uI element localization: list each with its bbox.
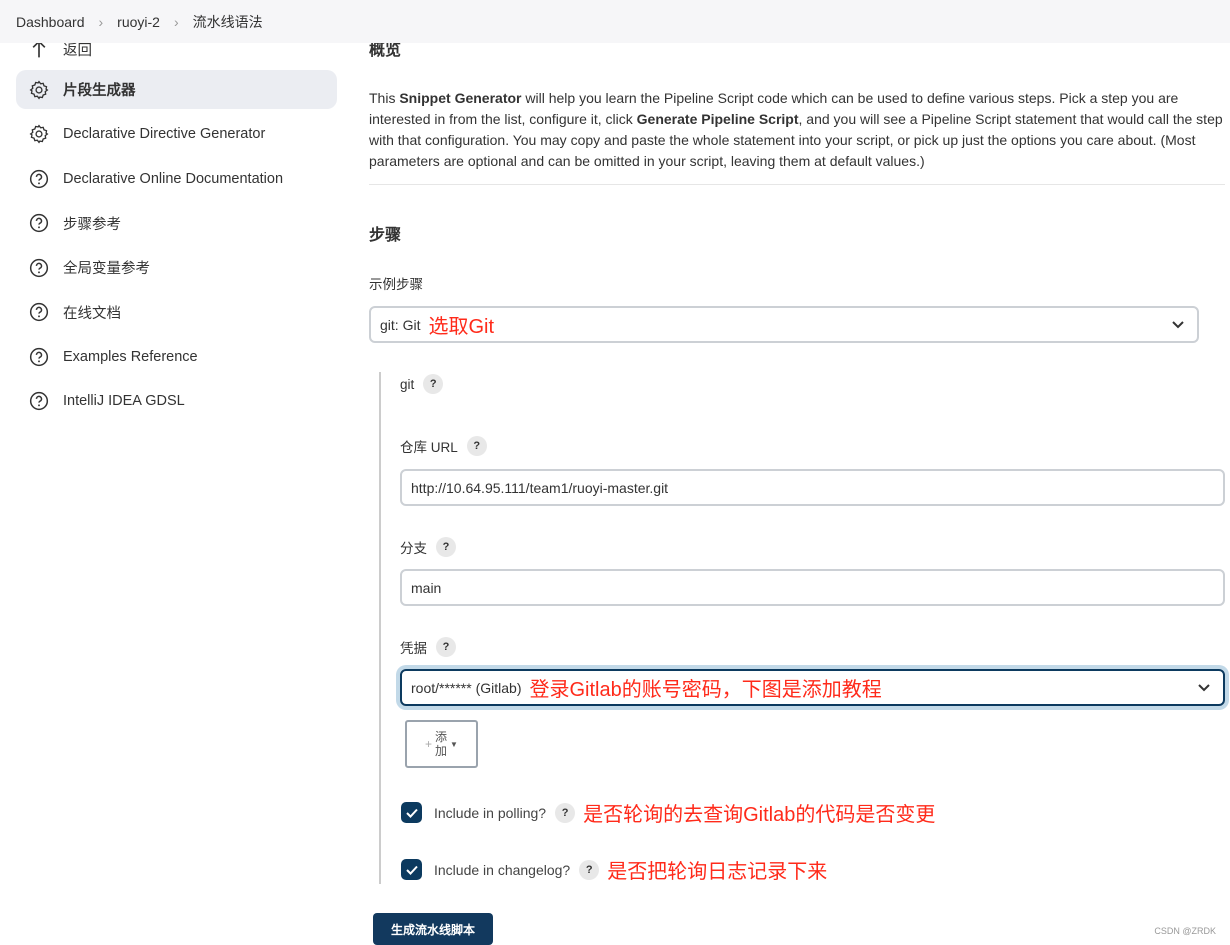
sidebar-item-label: 全局变量参考 <box>63 261 150 277</box>
label-text: 仓库 URL <box>400 440 458 455</box>
button-label: 添 <box>435 730 448 744</box>
sidebar-item-label: Examples Reference <box>63 348 198 365</box>
sidebar-item[interactable]: Declarative Online Documentation <box>16 159 337 198</box>
label-text: git <box>400 376 415 392</box>
repo-url-input[interactable]: http://10.64.95.111/team1/ruoyi-master.g… <box>400 469 1225 506</box>
help-icon[interactable]: ? <box>436 537 456 557</box>
breadcrumb-dashboard[interactable]: Dashboard <box>16 14 85 30</box>
sidebar: 返回 片段生成器 Declarative Directive Generator De… <box>16 30 337 426</box>
include-polling-checkbox[interactable] <box>401 802 422 823</box>
annotation: 是否轮询的去查询Gitlab的代码是否变更 <box>583 804 936 826</box>
sidebar-item[interactable]: 步骤参考 <box>16 204 337 243</box>
sidebar-item[interactable]: 在线文档 <box>16 293 337 332</box>
chevron-down-icon <box>1172 321 1184 329</box>
help-icon[interactable]: ? <box>423 374 444 394</box>
button-label: 加 <box>435 744 448 758</box>
sidebar-item-label: 片段生成器 <box>63 83 136 99</box>
chevron-right-icon: › <box>98 13 104 30</box>
chevron-down-icon <box>1198 684 1210 692</box>
label-text: 凭据 <box>400 641 427 656</box>
desc-text: This <box>369 90 400 106</box>
repo-label: 仓库 URL? <box>400 436 487 456</box>
breadcrumb-current[interactable]: 流水线语法 <box>193 12 263 32</box>
gear-icon <box>28 79 50 101</box>
help-icon <box>28 168 50 190</box>
checkbox-label[interactable]: Include in changelog? <box>434 862 570 878</box>
help-icon <box>28 301 50 323</box>
annotation: 是否把轮询日志记录下来 <box>607 861 828 883</box>
select-value: root/****** (Gitlab) <box>411 679 522 696</box>
sidebar-item-label: 步骤参考 <box>63 216 121 233</box>
description: This Snippet Generator will help you lea… <box>369 88 1225 172</box>
git-label: git? <box>400 374 444 394</box>
help-icon[interactable]: ? <box>555 802 576 823</box>
desc-bold: Generate Pipeline Script <box>636 111 799 127</box>
watermark: CSDN @ZRDK <box>1154 926 1216 936</box>
help-icon <box>28 390 50 412</box>
annotation: 登录Gitlab的账号密码，下图是添加教程 <box>529 679 882 701</box>
credentials-label: 凭据? <box>400 637 456 657</box>
sidebar-item-label: Declarative Directive Generator <box>63 126 266 142</box>
checkbox-label[interactable]: Include in polling? <box>434 805 546 821</box>
annotation: 选取Git <box>428 316 495 338</box>
include-polling-row: Include in polling?? 是否轮询的去查询Gitlab的代码是否变… <box>401 798 935 827</box>
add-credentials-button[interactable]: + 添加 ▼ <box>405 720 478 768</box>
gear-icon <box>28 123 50 145</box>
select-value: git: Git <box>380 316 421 333</box>
sidebar-item[interactable]: Declarative Directive Generator <box>16 115 337 154</box>
help-icon[interactable]: ? <box>436 637 456 657</box>
help-icon[interactable]: ? <box>579 859 600 880</box>
credentials-select[interactable]: root/****** (Gitlab) 登录Gitlab的账号密码，下图是添加教… <box>400 669 1225 706</box>
sample-step-select[interactable]: git: Git 选取Git <box>369 306 1199 343</box>
sidebar-item-label: Declarative Online Documentation <box>63 170 284 187</box>
breadcrumb-job[interactable]: ruoyi-2 <box>117 14 160 30</box>
branch-label: 分支? <box>400 537 456 557</box>
sidebar-item[interactable]: Examples Reference <box>16 337 337 376</box>
help-icon <box>28 212 50 234</box>
sidebar-item-label: 在线文档 <box>63 305 121 322</box>
include-changelog-checkbox[interactable] <box>401 859 422 880</box>
branch-input[interactable]: main <box>400 569 1225 606</box>
include-changelog-row: Include in changelog?? 是否把轮询日志记录下来 <box>401 855 827 884</box>
steps-title: 步骤 <box>369 227 402 244</box>
desc-bold: Snippet Generator <box>399 90 522 106</box>
generate-pipeline-script-button[interactable]: 生成流水线脚本 <box>373 913 493 945</box>
plus-icon: + <box>425 737 433 751</box>
breadcrumb: Dashboard › ruoyi-2 › 流水线语法 <box>0 0 1230 43</box>
sidebar-item[interactable]: 片段生成器 <box>16 70 337 109</box>
sidebar-item-label: IntelliJ IDEA GDSL <box>63 393 185 409</box>
help-icon <box>28 257 50 279</box>
caret-down-icon: ▼ <box>450 739 458 749</box>
sidebar-item[interactable]: 全局变量参考 <box>16 248 337 287</box>
sample-step-label: 示例步骤 <box>369 277 423 292</box>
label-text: 分支 <box>400 541 427 556</box>
help-icon <box>28 346 50 368</box>
divider <box>369 184 1225 185</box>
sidebar-item[interactable]: IntelliJ IDEA GDSL <box>16 382 337 421</box>
help-icon[interactable]: ? <box>466 436 487 456</box>
section-border <box>379 372 381 884</box>
chevron-right-icon: › <box>173 13 179 30</box>
